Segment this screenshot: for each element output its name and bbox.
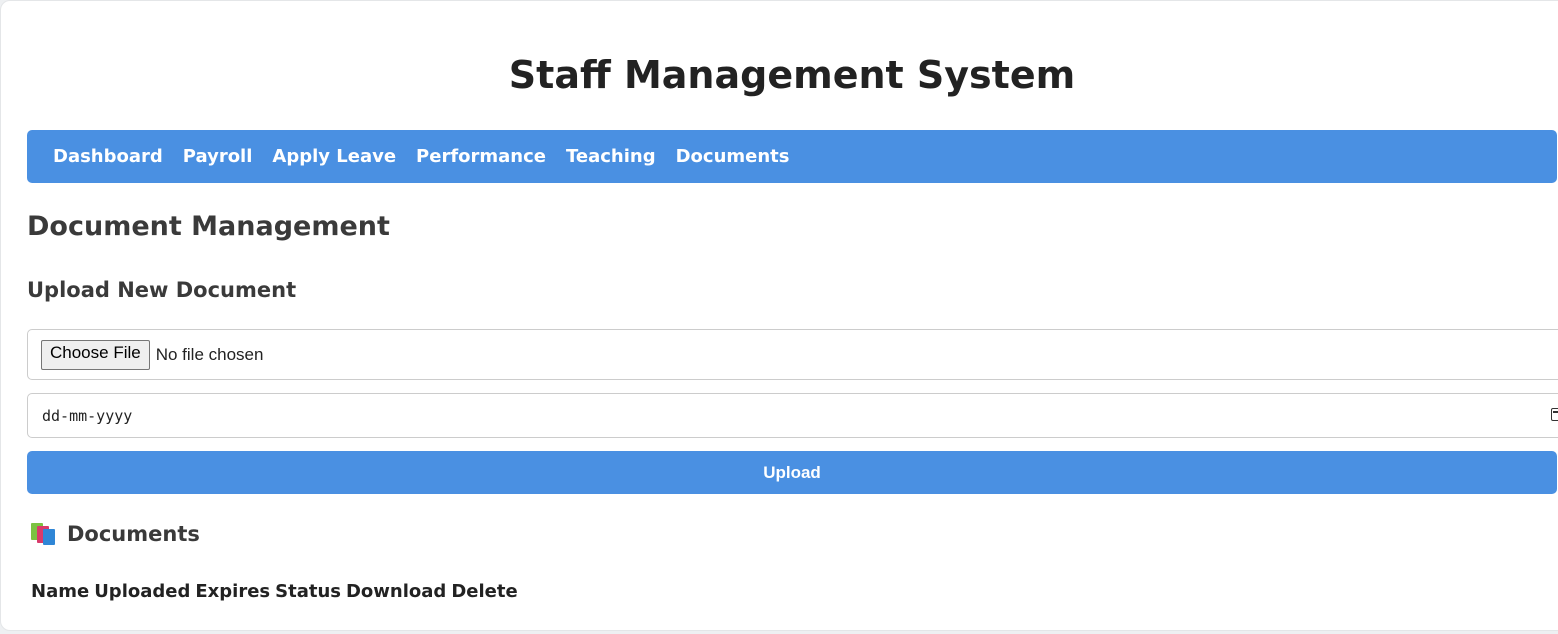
column-header-name: Name: [31, 581, 90, 602]
nav-link-dashboard[interactable]: Dashboard: [53, 146, 163, 167]
page-title: Document Management: [27, 211, 390, 242]
column-header-status: Status: [275, 581, 341, 602]
date-placeholder: dd-mm-yyyy: [42, 406, 133, 425]
upload-section-title: Upload New Document: [27, 278, 297, 302]
choose-file-button[interactable]: Choose File: [41, 339, 150, 370]
upload-button[interactable]: Upload: [27, 451, 1557, 494]
expiry-date-input[interactable]: dd-mm-yyyy: [27, 393, 1558, 438]
nav-link-teaching[interactable]: Teaching: [566, 146, 656, 167]
nav-link-apply-leave[interactable]: Apply Leave: [272, 146, 396, 167]
column-header-expires: Expires: [195, 581, 271, 602]
documents-heading-label: Documents: [67, 522, 200, 546]
nav-link-documents[interactable]: Documents: [676, 146, 790, 167]
books-icon: [31, 523, 56, 545]
top-navbar: Dashboard Payroll Apply Leave Performanc…: [27, 130, 1557, 183]
main-card: Staff Management System Dashboard Payrol…: [0, 0, 1558, 631]
file-input[interactable]: Choose File No file chosen: [27, 329, 1558, 380]
app-title: Staff Management System: [508, 53, 1076, 97]
calendar-icon[interactable]: [1551, 408, 1558, 421]
file-status-text: No file chosen: [155, 344, 264, 364]
column-header-download: Download: [345, 581, 447, 602]
column-header-uploaded: Uploaded: [94, 581, 191, 602]
nav-link-payroll[interactable]: Payroll: [183, 146, 253, 167]
documents-heading: Documents: [31, 522, 200, 546]
documents-table-header: Name Uploaded Expires Status Download De…: [31, 581, 523, 602]
column-header-delete: Delete: [451, 581, 518, 602]
nav-link-performance[interactable]: Performance: [416, 146, 546, 167]
